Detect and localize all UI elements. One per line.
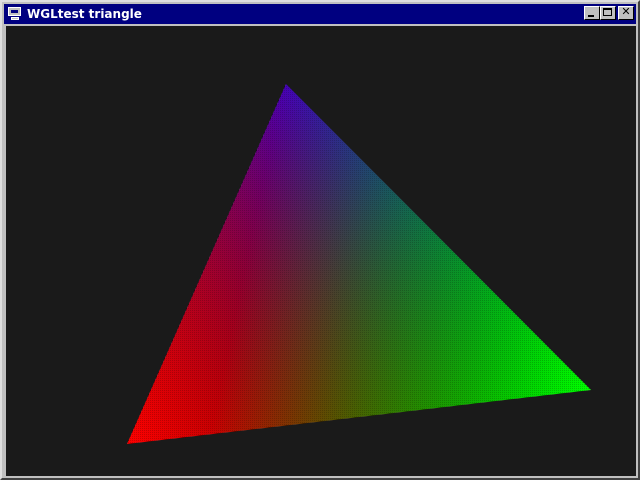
close-button[interactable]: ✕ <box>618 6 634 20</box>
minimize-button[interactable] <box>584 6 600 20</box>
maximize-icon <box>603 8 612 16</box>
maximize-button[interactable] <box>600 6 616 20</box>
triangle-dither <box>127 84 591 444</box>
computer-icon[interactable] <box>7 6 23 22</box>
close-icon: ✕ <box>621 5 631 18</box>
title-buttons: ✕ <box>584 6 634 20</box>
app-window: WGLtest triangle ✕ <box>0 0 640 480</box>
opengl-canvas[interactable] <box>6 26 636 476</box>
window-title: WGLtest triangle <box>27 7 142 21</box>
triangle-scene <box>127 84 591 444</box>
title-bar[interactable]: WGLtest triangle ✕ <box>4 4 636 24</box>
minimize-icon <box>588 15 594 17</box>
